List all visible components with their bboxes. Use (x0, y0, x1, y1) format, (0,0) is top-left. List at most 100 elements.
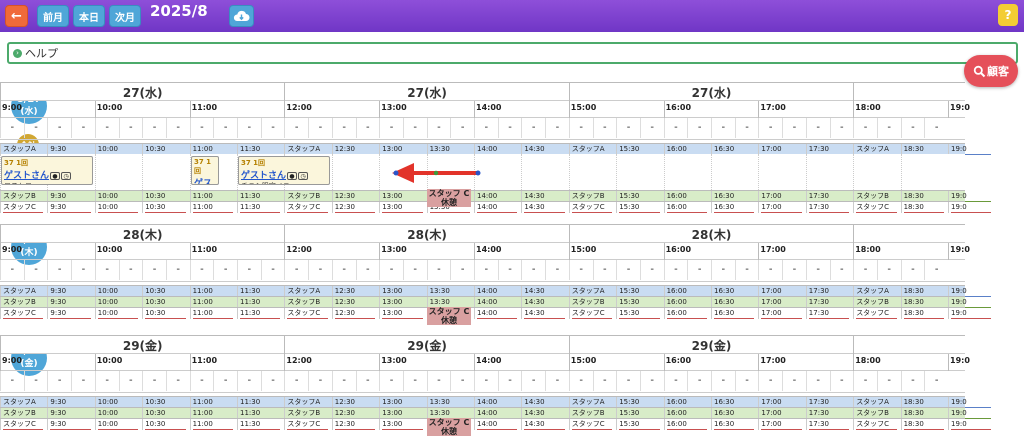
slot-cell[interactable]: - (663, 371, 688, 391)
slot-cell[interactable]: - (521, 260, 545, 280)
appt-slot[interactable] (711, 154, 758, 190)
staff-slot[interactable]: 14:00 (474, 202, 521, 213)
clock-icon[interactable]: ◷ (298, 172, 309, 180)
slot-cell[interactable]: - (118, 260, 143, 280)
slot-cell[interactable]: - (497, 118, 522, 138)
staff-slot[interactable]: 13:00 (379, 419, 426, 430)
slot-cell[interactable]: - (900, 118, 925, 138)
slot-cell[interactable]: - (260, 371, 285, 391)
slot-cell[interactable]: - (426, 118, 451, 138)
slot-cell[interactable]: - (639, 371, 664, 391)
slot-cell[interactable]: - (213, 118, 237, 138)
slot-cell[interactable]: - (639, 118, 664, 138)
staff-slot[interactable]: スタッフC (853, 308, 900, 319)
slot-cell[interactable]: - (331, 371, 356, 391)
appt-slot[interactable] (568, 154, 616, 190)
slot-cell[interactable]: - (545, 371, 569, 391)
slot-cell[interactable]: - (474, 260, 498, 280)
slot-cell[interactable]: - (924, 371, 948, 391)
appt-slot[interactable] (616, 154, 663, 190)
slot-cell[interactable]: - (853, 260, 877, 280)
slot-cell[interactable]: - (758, 260, 782, 280)
slot-cell[interactable]: - (189, 371, 214, 391)
slot-cell[interactable]: - (142, 260, 166, 280)
slot-cell[interactable]: - (711, 260, 735, 280)
slot-cell[interactable]: - (853, 118, 877, 138)
staff-slot[interactable]: 15:30 (616, 202, 663, 213)
staff-slot[interactable]: スタッフC (0, 308, 47, 319)
slot-cell[interactable]: - (0, 260, 24, 280)
slot-cell[interactable]: - (474, 371, 498, 391)
slot-cell[interactable]: - (213, 260, 237, 280)
slot-cell[interactable]: - (687, 260, 711, 280)
staff-slot[interactable]: スタッフC (0, 202, 47, 213)
slot-cell[interactable]: - (379, 371, 403, 391)
appt-slot[interactable] (331, 154, 379, 190)
staff-slot[interactable]: スタッフC (568, 308, 616, 319)
slot-cell[interactable]: - (900, 371, 925, 391)
slot-cell[interactable]: - (402, 371, 427, 391)
slot-cell[interactable]: - (663, 118, 688, 138)
slot-cell[interactable]: - (734, 118, 759, 138)
slot-cell[interactable]: - (616, 260, 640, 280)
staff-slot[interactable]: 14:30 (521, 202, 568, 213)
slot-cell[interactable]: - (0, 371, 24, 391)
staff-slot[interactable]: 12:30 (331, 419, 379, 430)
staff-slot[interactable]: 16:00 (663, 419, 711, 430)
slot-cell[interactable]: - (94, 371, 119, 391)
appt-slot[interactable] (94, 154, 142, 190)
slot-cell[interactable]: - (379, 260, 403, 280)
slot-cell[interactable]: - (355, 260, 380, 280)
staff-slot[interactable]: 14:00 (474, 308, 521, 319)
slot-cell[interactable]: - (118, 371, 143, 391)
slot-cell[interactable]: - (355, 118, 380, 138)
appointment-card[interactable]: 37 1回 ゲストさん●◷ エストロ (1, 156, 93, 185)
slot-cell[interactable]: - (355, 371, 380, 391)
customer-name[interactable]: ゲスト (194, 179, 212, 184)
slot-cell[interactable]: - (639, 260, 664, 280)
clock-icon[interactable]: ◷ (61, 172, 72, 180)
slot-cell[interactable]: - (805, 260, 830, 280)
slot-cell[interactable]: - (876, 118, 901, 138)
staff-slot[interactable]: スタッフC (568, 419, 616, 430)
slot-cell[interactable]: - (23, 118, 48, 138)
slot-cell[interactable]: - (260, 118, 285, 138)
staff-slot[interactable]: 19:0 (948, 419, 995, 430)
staff-slot[interactable]: 10:00 (94, 308, 142, 319)
staff-slot[interactable]: 17:00 (758, 202, 805, 213)
appt-slot[interactable] (758, 154, 805, 190)
prev-month-button[interactable]: 前月 (37, 5, 69, 27)
appt-slot[interactable] (805, 154, 853, 190)
staff-slot[interactable]: 11:30 (237, 308, 284, 319)
staff-slot[interactable]: 17:00 (758, 308, 805, 319)
slot-cell[interactable]: - (213, 371, 237, 391)
slot-cell[interactable]: - (876, 371, 901, 391)
staff-break-block[interactable]: スタッフ C 休憩 (427, 189, 471, 207)
appointment-card[interactable]: 37 1回 ゲストさん●◷ チラシ限定メニュー (238, 156, 330, 185)
slot-cell[interactable]: - (853, 371, 877, 391)
staff-slot[interactable]: 13:00 (379, 308, 426, 319)
slot-cell[interactable]: - (782, 118, 806, 138)
today-button[interactable]: 本日 (73, 5, 105, 27)
staff-slot[interactable]: 16:30 (711, 308, 758, 319)
slot-cell[interactable]: - (829, 118, 854, 138)
customer-name[interactable]: ゲストさん (4, 171, 49, 181)
slot-cell[interactable]: - (497, 260, 522, 280)
slot-cell[interactable]: - (687, 371, 711, 391)
slot-cell[interactable]: - (782, 260, 806, 280)
slot-cell[interactable]: - (71, 260, 95, 280)
slot-cell[interactable]: - (829, 371, 854, 391)
staff-slot[interactable]: 14:00 (474, 419, 521, 430)
slot-cell[interactable]: - (426, 371, 451, 391)
staff-slot[interactable]: 14:30 (521, 419, 568, 430)
slot-cell[interactable]: - (284, 260, 308, 280)
slot-cell[interactable]: - (876, 260, 901, 280)
slot-cell[interactable]: - (782, 371, 806, 391)
slot-cell[interactable]: - (663, 260, 688, 280)
slot-cell[interactable]: - (545, 260, 569, 280)
staff-slot[interactable]: 12:30 (331, 308, 379, 319)
slot-cell[interactable]: - (189, 118, 214, 138)
slot-cell[interactable]: - (237, 260, 261, 280)
slot-cell[interactable]: - (331, 118, 356, 138)
staff-slot[interactable]: 19:0 (948, 202, 995, 213)
